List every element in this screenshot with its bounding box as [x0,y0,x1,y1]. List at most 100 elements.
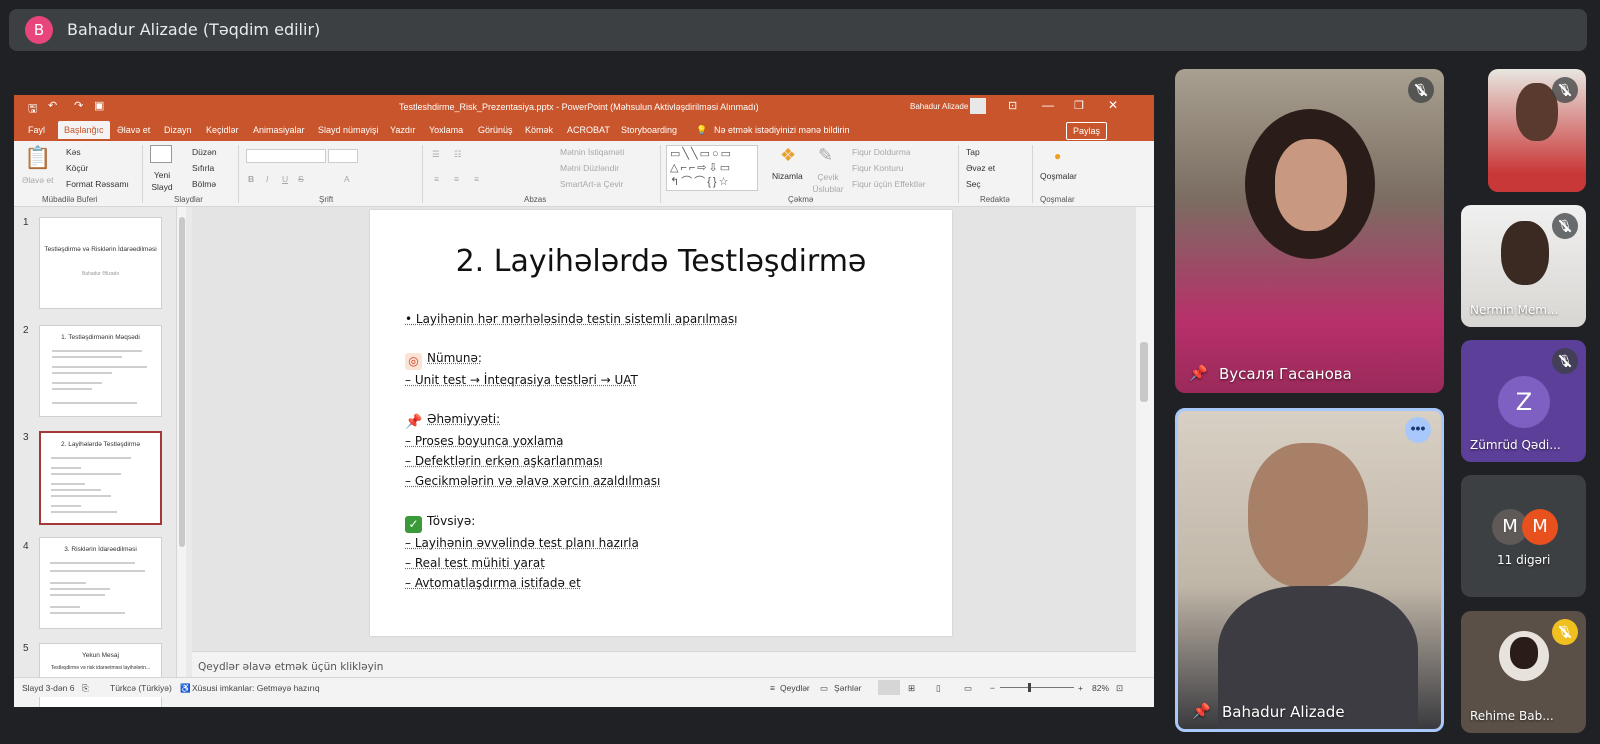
slide-example-heading[interactable]: ◎ Nümunə: [405,351,482,370]
quick-styles-button[interactable]: Çevik Üslublar [810,171,846,195]
tab-review[interactable]: Yoxlama [429,125,463,135]
tab-insert[interactable]: Əlavə et [117,125,150,135]
user-avatar-icon[interactable] [970,98,986,114]
tab-view[interactable]: Görünüş [478,125,513,135]
slide-title[interactable]: 2. Layihələrdə Testləşdirmə [370,244,952,279]
thumbnail-scrollbar-thumb[interactable] [179,217,185,547]
cut-button[interactable]: Kəs [66,147,81,157]
select-button[interactable]: Seç [966,179,981,189]
slideshow-icon[interactable]: ▣ [94,99,104,112]
notes-pane[interactable]: Qeydlər əlavə etmək üçün klikləyin [192,651,1136,679]
addins-icon[interactable]: ● [1054,149,1061,163]
slide-bullet[interactable]: • Layihənin hər mərhələsində testin sist… [405,312,737,326]
arrange-button[interactable]: Nizamla [772,171,803,181]
close-icon[interactable]: ✕ [1108,98,1118,112]
normal-view-icon[interactable] [878,680,900,695]
arrange-icon[interactable]: ❖ [780,145,796,166]
ppt-user-name[interactable]: Bahadur Alizade [910,102,968,111]
zoom-level[interactable]: 82% [1092,683,1109,693]
slide-thumbnail-3-selected[interactable]: 2. Layihələrdə Testləşdirmə [39,431,162,525]
clipboard-icon[interactable]: 📋 [24,145,51,171]
slide-sorter-icon[interactable]: ⊞ [908,683,915,694]
participant-tile-others[interactable]: M M 11 digəri [1461,475,1586,597]
bold-icon[interactable]: B [248,174,254,184]
tab-slideshow[interactable]: Slayd nümayişi [318,125,379,135]
strikethrough-icon[interactable]: S [298,174,304,184]
tab-design[interactable]: Dizayn [164,125,192,135]
slide-thumbnail-1[interactable]: Testləşdirmə və Risklərin İdarəedilməsi … [39,217,162,309]
more-options-icon[interactable]: ••• [1405,417,1431,443]
thumbnail-scrollbar[interactable] [176,207,186,677]
slide-example-line[interactable]: – Unit test → İnteqrasiya testləri → UAT [405,373,638,387]
align-text-button[interactable]: Mətni Düzləndir [560,163,619,173]
comments-button[interactable]: Şərhlər [834,683,861,693]
zoom-out-icon[interactable]: − [990,683,995,693]
current-slide[interactable]: 2. Layihələrdə Testləşdirmə • Layihənin … [370,210,952,636]
tab-help[interactable]: Kömək [525,125,553,135]
slide-importance-line-3[interactable]: – Gecikmələrin və əlavə xərcin azaldılma… [405,474,660,488]
numbering-icon[interactable]: ☷ [454,149,462,160]
shape-effects-button[interactable]: Fiqur üçün Effektlər [852,179,926,189]
replace-button[interactable]: Əvəz et [966,163,995,173]
italic-icon[interactable]: I [266,174,268,184]
tab-transitions[interactable]: Keçidlər [206,125,239,135]
minimize-icon[interactable]: — [1042,98,1054,112]
participant-tile-rehime[interactable]: 🎙 Rehime Bab... [1461,611,1586,733]
slide-importance-line-1[interactable]: – Proses boyunca yoxlama [405,434,564,448]
slide-scrollbar-thumb[interactable] [1140,342,1148,402]
zoom-slider-thumb[interactable] [1028,683,1031,692]
redo-icon[interactable]: ↷ [74,99,83,112]
section-button[interactable]: Bölmə [192,179,216,189]
participant-tile-vusala[interactable]: 🎙 📌 Вусаля Гасанова [1175,69,1444,393]
slide-advice-line-1[interactable]: – Layihənin əvvəlində test planı hazırla [405,536,639,550]
new-slide-icon[interactable] [150,145,172,163]
align-left-icon[interactable]: ≡ [434,174,439,184]
language-status[interactable]: Türkcə (Türkiyə) [110,683,172,693]
format-painter-button[interactable]: Format Rəssamı [66,179,129,189]
slide-advice-line-3[interactable]: – Avtomatlaşdırma istifadə et [405,576,581,590]
participant-tile-zumrud[interactable]: Z 🎙 Zümrüd Qədi... [1461,340,1586,462]
participant-tile-bahadur-active-speaker[interactable]: ••• 📌 Bahadur Alizade [1175,408,1444,732]
tab-home[interactable]: Başlanğıc [58,121,110,139]
shapes-gallery[interactable]: ▭╲╲▭○▭ △⌐⌐⇨⇩▭ ↰⌒⌒{}☆ [666,145,758,191]
slide-importance-line-2[interactable]: – Defektlərin erkən aşkarlanması [405,454,603,468]
participant-tile-nermin[interactable]: 🎙 Nermin Mem... [1461,205,1586,327]
underline-icon[interactable]: U [282,174,288,184]
zoom-in-icon[interactable]: + [1078,683,1083,693]
spellcheck-icon[interactable]: ⎘ [82,683,89,694]
copy-button[interactable]: Köçür [66,163,88,173]
pin-icon[interactable]: 📌 [1189,364,1208,382]
font-color-icon[interactable]: A [344,174,350,184]
addins-button[interactable]: Qoşmalar [1040,171,1077,181]
tell-me-search[interactable]: Nə etmək istədiyinizi mənə bildirin [714,125,850,135]
restore-icon[interactable]: ❐ [1074,99,1084,112]
tab-acrobat[interactable]: ACROBAT [567,125,610,135]
paste-button[interactable]: Əlavə et [22,175,53,185]
tab-print[interactable]: Yazdır [390,125,415,135]
find-button[interactable]: Tap [966,147,980,157]
tab-file[interactable]: Fayl [28,125,45,135]
fit-slide-icon[interactable]: ⊡ [1116,683,1123,694]
layout-button[interactable]: Düzən [192,147,217,157]
accessibility-status[interactable]: Xüsusi imkanlar: Getməyə hazırıq [192,683,320,693]
shape-fill-button[interactable]: Fiqur Doldurma [852,147,911,157]
tab-animations[interactable]: Animasiyalar [253,125,305,135]
align-center-icon[interactable]: ≡ [454,174,459,184]
new-slide-button[interactable]: Yeni Slayd [146,169,178,193]
undo-icon[interactable]: ↶ [48,99,57,112]
participant-tile-anonymous[interactable]: 🎙 [1488,69,1586,192]
slide-thumbnail-4[interactable]: 3. Risklərin İdarəedilməsi [39,537,162,629]
slide-thumbnail-2[interactable]: 1. Testləşdirmənin Məqsədi [39,325,162,417]
bullets-icon[interactable]: ☰ [432,149,440,160]
font-size-input[interactable] [328,149,358,163]
slide-scrollbar[interactable] [1136,207,1154,677]
pin-icon[interactable]: 📌 [1192,702,1211,720]
align-right-icon[interactable]: ≡ [474,174,479,184]
reading-view-icon[interactable]: ▯ [936,683,941,694]
share-button[interactable]: Paylaş [1066,122,1108,140]
smartart-button[interactable]: SmartArt-a Çevir [560,179,623,189]
notes-button[interactable]: Qeydlər [780,683,810,693]
shape-outline-button[interactable]: Fiqur Konturu [852,163,904,173]
quick-styles-icon[interactable]: ✎ [818,145,833,166]
slide-advice-line-2[interactable]: – Real test mühiti yarat [405,556,545,570]
